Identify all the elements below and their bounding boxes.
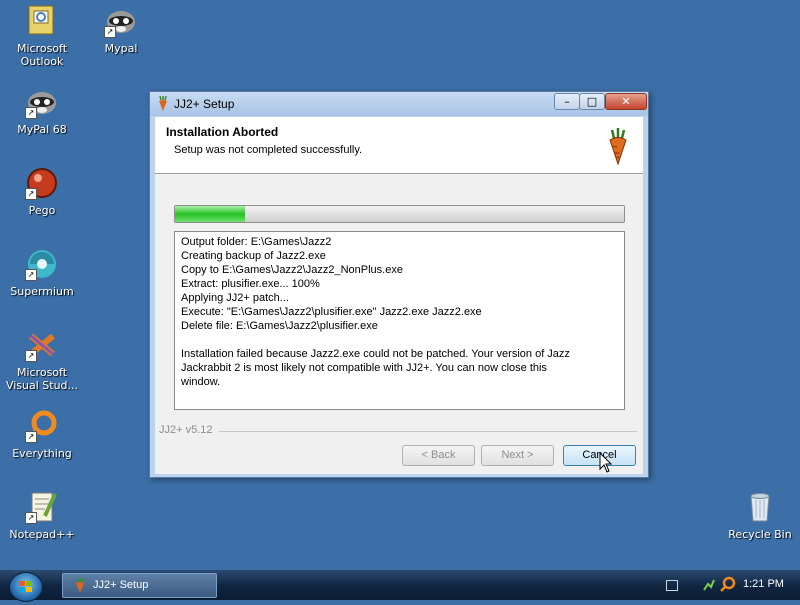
supermium-icon: ↗ (25, 247, 59, 281)
back-button[interactable]: < Back (402, 445, 475, 466)
icon-label-line1: Recycle Bin (728, 528, 792, 541)
log-line: Applying JJ2+ patch... (181, 292, 289, 304)
close-icon: ✕ (621, 95, 631, 108)
raccoon-icon: ↗ (104, 4, 138, 38)
shortcut-arrow-icon: ↗ (25, 107, 37, 119)
log-error-message: Installation failed because Jazz2.exe co… (181, 348, 570, 388)
window-title: JJ2+ Setup (174, 97, 235, 111)
keyboard-icon[interactable] (666, 580, 678, 591)
close-button[interactable]: ✕ (605, 93, 647, 110)
desktop-icon-mypal68[interactable]: ↗ MyPal 68 (0, 85, 84, 136)
icon-label-line1: Supermium (10, 285, 74, 298)
log-line: Delete file: E:\Games\Jazz2\plusifier.ex… (181, 320, 378, 332)
maximize-icon: □ (586, 95, 598, 108)
desktop-icon-pego[interactable]: ↗ Pego (0, 166, 84, 217)
icon-label-line1: Everything (12, 447, 72, 460)
icon-label-line1: Notepad++ (9, 528, 75, 541)
progress-fill (175, 206, 245, 222)
shortcut-arrow-icon: ↗ (25, 188, 37, 200)
log-line: Extract: plusifier.exe... 100% (181, 278, 320, 290)
header-subtitle: Setup was not completed successfully. (174, 144, 363, 156)
raccoon-icon: ↗ (25, 85, 59, 119)
carrot-logo-icon (606, 126, 630, 166)
minimize-button[interactable]: – (554, 93, 580, 110)
carrot-app-icon (156, 95, 170, 112)
shortcut-arrow-icon: ↗ (25, 512, 37, 524)
taskbar: JJ2+ Setup 1:21 PM (0, 570, 800, 602)
setup-window: JJ2+ Setup – □ ✕ Installation Aborted Se… (149, 91, 649, 478)
mouse-cursor-icon (599, 451, 613, 474)
minimize-icon: – (564, 95, 570, 108)
header-title: Installation Aborted (166, 125, 279, 139)
desktop: Microsoft Outlook ↗ Mypal ↗ MyPal 68 ↗ P… (0, 0, 800, 570)
window-titlebar[interactable]: JJ2+ Setup – □ ✕ (150, 92, 648, 116)
branding-divider (219, 431, 637, 432)
icon-label-line1: Microsoft (16, 366, 68, 379)
start-button[interactable] (9, 572, 43, 602)
recycle-bin-icon (743, 490, 777, 524)
outlook-icon (25, 4, 59, 38)
icon-label-line1: MyPal 68 (17, 123, 67, 136)
install-progress-bar (174, 205, 625, 223)
everything-tray-icon[interactable] (720, 576, 736, 596)
windows-logo-icon (19, 581, 32, 592)
log-line: Creating backup of Jazz2.exe (181, 250, 326, 262)
pego-icon: ↗ (25, 166, 59, 200)
shortcut-arrow-icon: ↗ (25, 269, 37, 281)
everything-search-icon: ↗ (25, 409, 59, 443)
visual-studio-icon: ↗ (25, 328, 59, 362)
notepadpp-icon: ↗ (25, 490, 59, 524)
taskbar-item-label: JJ2+ Setup (93, 579, 149, 591)
dialog-header: Installation Aborted Setup was not compl… (155, 117, 643, 174)
desktop-icon-supermium[interactable]: ↗ Supermium (0, 247, 84, 298)
install-log-listbox[interactable]: Output folder: E:\Games\Jazz2 Creating b… (174, 231, 625, 410)
log-line: Copy to E:\Games\Jazz2\Jazz2_NonPlus.exe (181, 264, 403, 276)
next-button[interactable]: Next > (481, 445, 554, 466)
desktop-icon-mypal[interactable]: ↗ Mypal (79, 4, 163, 55)
desktop-icon-everything[interactable]: ↗ Everything (0, 409, 84, 460)
shortcut-arrow-icon: ↗ (104, 26, 116, 38)
window-client: Installation Aborted Setup was not compl… (155, 117, 643, 474)
icon-label-line1: Microsoft (16, 42, 68, 55)
maximize-button[interactable]: □ (579, 93, 605, 110)
icon-label-line2: Outlook (20, 55, 64, 68)
icon-label-line1: Mypal (104, 42, 138, 55)
icon-label-line2: Visual Stud... (5, 379, 79, 392)
clock[interactable]: 1:21 PM (743, 578, 784, 590)
branding-text: JJ2+ v5.12 (159, 424, 213, 436)
log-line: Output folder: E:\Games\Jazz2 (181, 236, 332, 248)
desktop-icon-notepadpp[interactable]: ↗ Notepad++ (0, 490, 84, 541)
icon-label-line1: Pego (28, 204, 56, 217)
network-icon[interactable] (702, 577, 716, 596)
log-line: Execute: "E:\Games\Jazz2\plusifier.exe" … (181, 306, 482, 318)
desktop-icon-outlook[interactable]: Microsoft Outlook (0, 4, 84, 68)
desktop-icon-recycle-bin[interactable]: Recycle Bin (718, 490, 800, 541)
shortcut-arrow-icon: ↗ (25, 350, 37, 362)
desktop-icon-visual-studio[interactable]: ↗ Microsoft Visual Stud... (0, 328, 84, 392)
shortcut-arrow-icon: ↗ (25, 431, 37, 443)
carrot-app-icon (76, 578, 84, 593)
taskbar-item-jj2-setup[interactable]: JJ2+ Setup (62, 573, 217, 598)
